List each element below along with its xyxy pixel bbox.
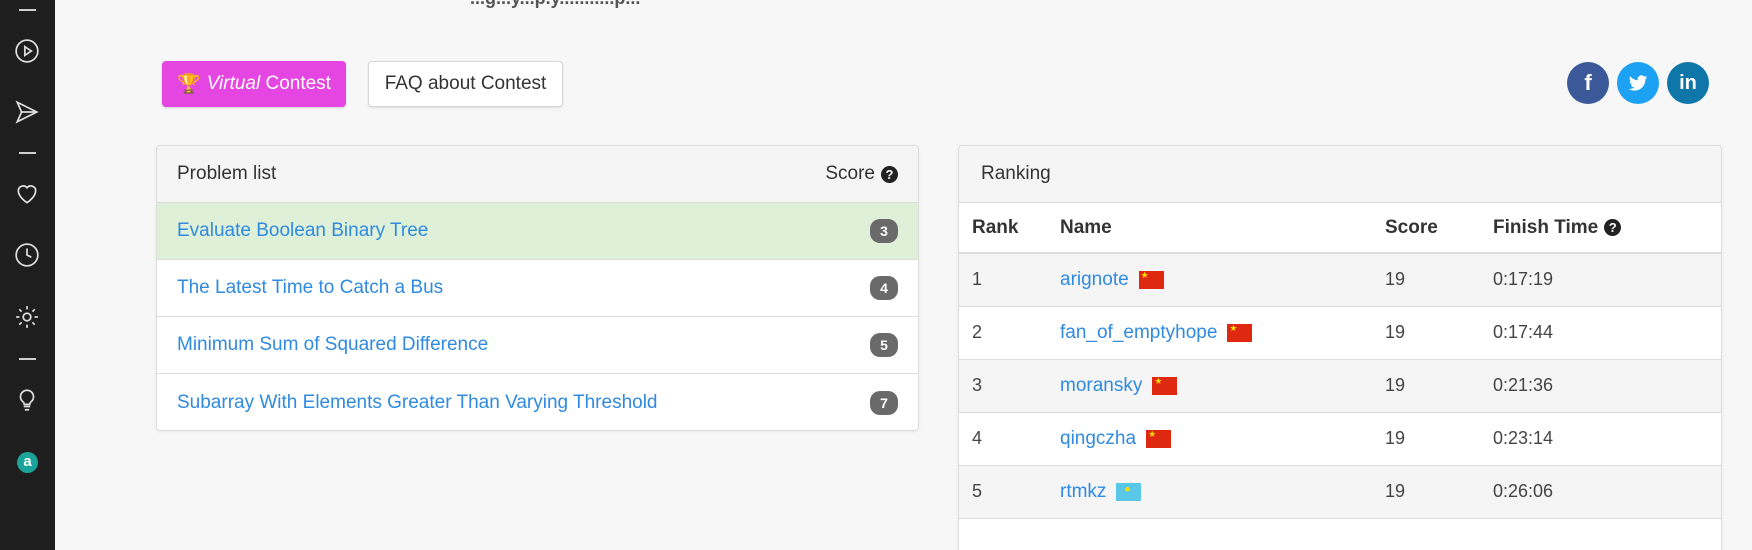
- problem-score-badge: 5: [870, 333, 898, 357]
- user-link[interactable]: arignote: [1060, 269, 1129, 290]
- rank-cell: 1: [959, 253, 1060, 307]
- name-column-header: Name: [1060, 203, 1385, 254]
- app-logo[interactable]: a: [17, 452, 38, 473]
- finish-time-cell: 0:26:06: [1493, 465, 1721, 519]
- trophy-icon: 🏆: [177, 74, 201, 95]
- ranking-table: Rank Name Score Finish Time? 1arignote 19…: [959, 203, 1721, 519]
- finish-time-cell: 0:23:14: [1493, 412, 1721, 466]
- finish-time-column-header: Finish Time?: [1493, 203, 1721, 254]
- gear-icon[interactable]: [13, 303, 41, 331]
- ranking-row: 3moransky 190:21:36: [959, 359, 1721, 413]
- name-cell: moransky: [1060, 359, 1385, 413]
- problem-score-badge: 3: [870, 219, 898, 243]
- virtual-contest-button[interactable]: 🏆 Virtual Contest: [162, 61, 346, 107]
- problem-link[interactable]: Minimum Sum of Squared Difference: [177, 334, 488, 356]
- sidebar: a: [0, 0, 55, 550]
- question-circle-icon[interactable]: ?: [1604, 219, 1622, 236]
- ranking-header: Ranking: [959, 146, 1721, 203]
- score-cell: 19: [1385, 465, 1493, 519]
- ranking-row: 5rtmkz 190:26:06: [959, 465, 1721, 519]
- score-cell: 19: [1385, 253, 1493, 307]
- ranking-row: 4qingczha 190:23:14: [959, 412, 1721, 466]
- facebook-share-button[interactable]: f: [1567, 62, 1609, 104]
- ranking-row: 2fan_of_emptyhope 190:17:44: [959, 306, 1721, 360]
- name-cell: qingczha: [1060, 412, 1385, 466]
- problem-list-header: Problem list Score ?: [157, 146, 918, 203]
- country-flag-icon: [1116, 482, 1142, 501]
- problem-score-badge: 7: [870, 390, 898, 415]
- user-link[interactable]: qingczha: [1060, 428, 1136, 449]
- score-cell: 19: [1385, 306, 1493, 360]
- user-link[interactable]: fan_of_emptyhope: [1060, 322, 1217, 343]
- country-flag-icon: [1138, 270, 1164, 289]
- finish-time-cell: 0:17:44: [1493, 306, 1721, 360]
- heart-icon[interactable]: [13, 180, 41, 208]
- problem-link[interactable]: Subarray With Elements Greater Than Vary…: [177, 392, 658, 414]
- play-circle-icon[interactable]: [13, 37, 41, 65]
- score-cell: 19: [1385, 359, 1493, 413]
- virtual-label: Virtual: [206, 73, 261, 94]
- score-column-label: Score: [825, 163, 875, 184]
- problem-row: Evaluate Boolean Binary Tree 3: [157, 203, 918, 260]
- ranking-row: 1arignote 190:17:19: [959, 253, 1721, 307]
- clock-icon[interactable]: [13, 241, 41, 269]
- question-circle-icon[interactable]: ?: [881, 165, 898, 183]
- contest-label: Contest: [260, 73, 331, 94]
- sidebar-divider: [19, 9, 36, 11]
- twitter-icon: [1628, 75, 1648, 91]
- problem-row: Minimum Sum of Squared Difference 5: [157, 317, 918, 374]
- problem-row: Subarray With Elements Greater Than Vary…: [157, 374, 918, 430]
- user-link[interactable]: rtmkz: [1060, 481, 1106, 502]
- finish-time-cell: 0:17:19: [1493, 253, 1721, 307]
- finish-time-cell: 0:21:36: [1493, 359, 1721, 413]
- rank-cell: 2: [959, 306, 1060, 360]
- finish-time-label: Finish Time: [1493, 216, 1599, 238]
- ranking-panel: Ranking Rank Name Score Finish Time? 1 ar…: [958, 145, 1722, 550]
- name-cell: fan_of_emptyhope: [1060, 306, 1385, 360]
- name-cell: rtmkz: [1060, 465, 1385, 519]
- score-cell: 19: [1385, 412, 1493, 466]
- sidebar-divider: [19, 152, 36, 154]
- page-subtitle-clipped: ...g...y...p.y...........p...: [470, 0, 640, 9]
- country-flag-icon: [1227, 323, 1253, 342]
- problem-row: The Latest Time to Catch a Bus 4: [157, 260, 918, 317]
- user-link[interactable]: moransky: [1060, 375, 1142, 396]
- score-column-header: Score: [1385, 203, 1493, 254]
- linkedin-share-button[interactable]: in: [1667, 62, 1709, 104]
- country-flag-icon: [1146, 429, 1172, 448]
- rank-cell: 3: [959, 359, 1060, 413]
- rank-cell: 4: [959, 412, 1060, 466]
- problem-list-panel: Problem list Score ? Evaluate Boolean Bi…: [156, 145, 919, 431]
- problem-score-badge: 4: [870, 276, 898, 300]
- rank-cell: 5: [959, 465, 1060, 519]
- problem-list-title: Problem list: [177, 163, 277, 184]
- name-cell: arignote: [1060, 253, 1385, 307]
- problem-link[interactable]: The Latest Time to Catch a Bus: [177, 277, 443, 299]
- sidebar-divider: [19, 358, 36, 360]
- send-icon[interactable]: [13, 98, 41, 126]
- faq-contest-button[interactable]: FAQ about Contest: [368, 61, 563, 107]
- problem-link[interactable]: Evaluate Boolean Binary Tree: [177, 220, 428, 242]
- lightbulb-icon[interactable]: [13, 386, 41, 414]
- country-flag-icon: [1152, 376, 1178, 395]
- twitter-share-button[interactable]: [1617, 62, 1659, 104]
- rank-column-header: Rank: [959, 203, 1060, 254]
